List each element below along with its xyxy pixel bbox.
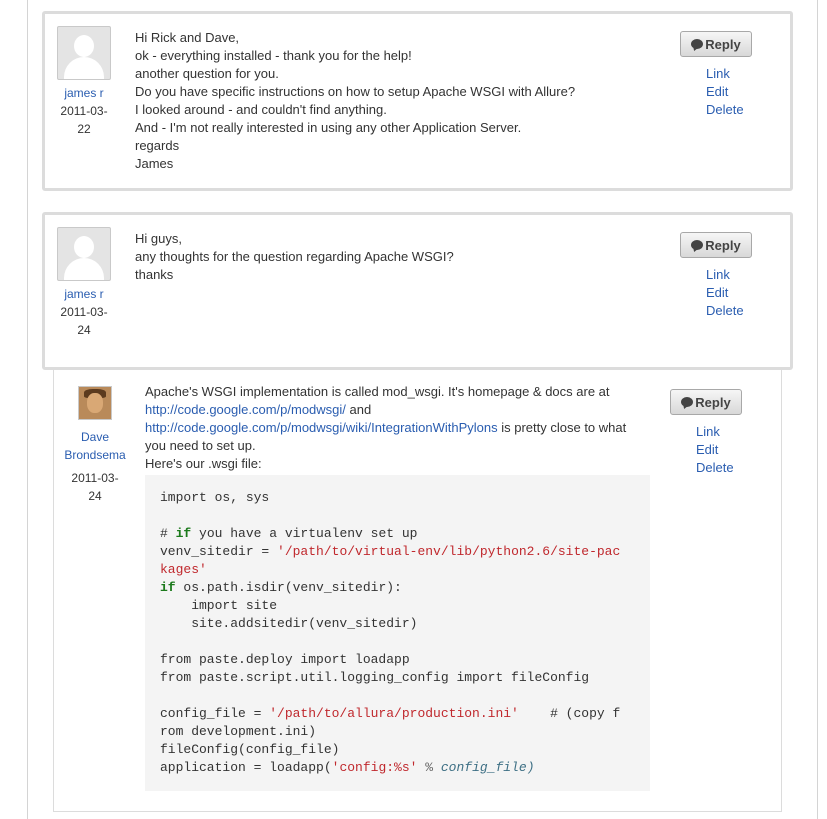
page-right-rule	[817, 0, 818, 819]
comment-line: another question for you.	[135, 66, 279, 81]
comment-author-block: james r 2011-03- 22	[51, 26, 117, 138]
link-action[interactable]: Link	[670, 423, 744, 441]
edit-action[interactable]: Edit	[680, 284, 754, 302]
code-line: from paste.script.util.logging_config im…	[160, 670, 590, 685]
speech-bubble-icon	[681, 397, 694, 407]
comment-line: http://code.google.com/p/modwsgi/wiki/In…	[145, 420, 627, 435]
comment-line: And - I'm not really interested in using…	[135, 120, 522, 135]
link-action[interactable]: Link	[680, 266, 754, 284]
code-line: application = loadapp('config:%s' % conf…	[160, 760, 535, 775]
comment-actions: Reply Link Edit Delete	[680, 232, 754, 320]
comment-date: 2011-03- 24	[60, 305, 108, 337]
delete-action[interactable]: Delete	[680, 101, 754, 119]
comment-line: Do you have specific instructions on how…	[135, 84, 576, 99]
comment-actions: Reply Link Edit Delete	[680, 31, 754, 119]
comment-line: Hi Rick and Dave,	[135, 30, 240, 45]
comment-line: Hi guys,	[135, 231, 182, 246]
code-line: # if you have a virtualenv set up	[160, 526, 418, 541]
author-link[interactable]: james r	[64, 86, 103, 100]
edit-action[interactable]: Edit	[670, 441, 744, 459]
comment-post-1: james r 2011-03- 22 Hi Rick and Dave, ok …	[42, 11, 793, 191]
comment-line: thanks	[135, 267, 174, 282]
speech-bubble-icon	[691, 39, 704, 49]
code-line: config_file = '/path/to/allura/productio…	[160, 706, 621, 721]
comment-line: you need to set up.	[145, 438, 256, 453]
delete-action[interactable]: Delete	[680, 302, 754, 320]
code-line: import os, sys	[160, 490, 270, 505]
speech-bubble-icon	[691, 240, 704, 250]
modwsgi-link[interactable]: http://code.google.com/p/modwsgi/	[145, 402, 346, 417]
author-link[interactable]: james r	[64, 287, 103, 301]
comment-line: I looked around - and couldn't find anyt…	[135, 102, 387, 117]
code-line: if os.path.isdir(venv_sitedir):	[160, 580, 402, 595]
comment-author-block: Dave Brondsema 2011-03- 24	[62, 384, 128, 505]
pylons-integration-link[interactable]: http://code.google.com/p/modwsgi/wiki/In…	[145, 420, 498, 435]
comment-line: regards	[135, 138, 180, 153]
code-block: import os, sys # if you have a virtualen…	[145, 475, 650, 791]
comment-line: ok - everything installed - thank you fo…	[135, 48, 412, 63]
author-link[interactable]: Dave Brondsema	[64, 428, 126, 464]
link-action[interactable]: Link	[680, 65, 754, 83]
avatar-photo-icon	[78, 386, 112, 420]
reply-button[interactable]: Reply	[680, 31, 752, 57]
reply-button[interactable]: Reply	[680, 232, 752, 258]
comment-line: Apache's WSGI implementation is called m…	[145, 384, 610, 399]
reply-button[interactable]: Reply	[670, 389, 742, 415]
comment-line: http://code.google.com/p/modwsgi/ and	[145, 402, 372, 417]
comment-body: Hi Rick and Dave, ok - everything instal…	[135, 29, 575, 173]
avatar-placeholder-icon	[57, 26, 111, 80]
avatar-placeholder-icon	[57, 227, 111, 281]
comment-date: 2011-03- 22	[60, 104, 108, 136]
comment-date: 2011-03- 24	[71, 471, 119, 503]
code-line: kages'	[160, 562, 207, 577]
code-line: site.addsitedir(venv_sitedir)	[160, 616, 418, 631]
code-line: rom development.ini)	[160, 724, 317, 739]
comment-line: any thoughts for the question regarding …	[135, 249, 454, 264]
comment-line: James	[135, 156, 174, 171]
comment-body: Hi guys, any thoughts for the question r…	[135, 230, 454, 284]
code-line: fileConfig(config_file)	[160, 742, 340, 757]
comment-author-block: james r 2011-03- 24	[51, 227, 117, 339]
code-line: from paste.deploy import loadapp	[160, 652, 410, 667]
code-line: import site	[160, 598, 278, 613]
delete-action[interactable]: Delete	[670, 459, 744, 477]
code-line: venv_sitedir = '/path/to/virtual-env/lib…	[160, 544, 621, 559]
edit-action[interactable]: Edit	[680, 83, 754, 101]
comment-post-2: james r 2011-03- 24 Hi guys, any thoughts…	[42, 212, 793, 370]
comment-post-3-reply: Dave Brondsema 2011-03- 24 Apache's WSGI i…	[53, 370, 782, 812]
page-left-rule	[27, 0, 28, 819]
comment-actions: Reply Link Edit Delete	[670, 389, 744, 477]
comment-line: Here's our .wsgi file:	[145, 456, 262, 471]
comment-body: Apache's WSGI implementation is called m…	[145, 383, 645, 473]
